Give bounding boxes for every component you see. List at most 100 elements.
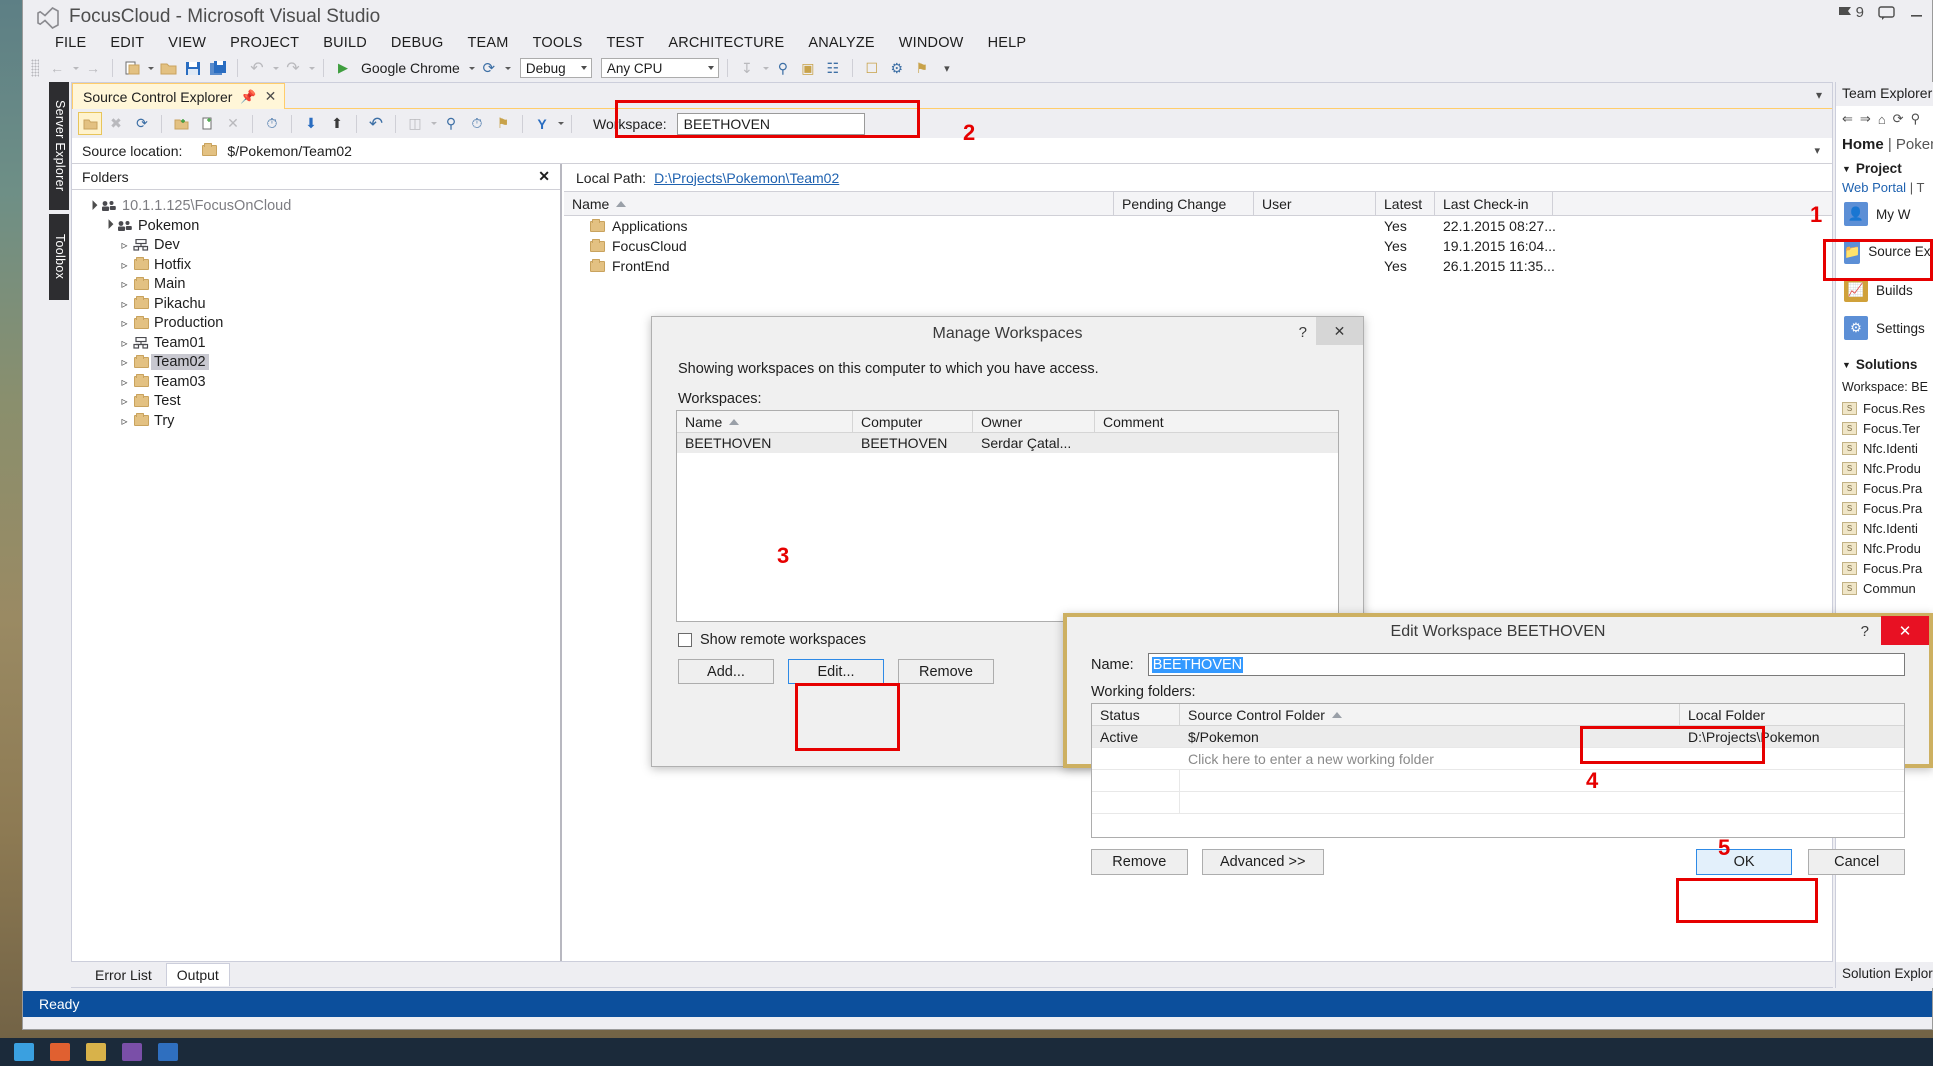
forward-icon[interactable]: ⇒ [1860,111,1871,127]
folders-tree[interactable]: 10.1.1.125\FocusOnCloud Pokemon Dev [72,190,560,430]
column-header-name[interactable]: Name [677,411,853,432]
table-row[interactable]: FocusCloud Yes 19.1.2015 16:04... [564,236,1832,256]
menu-item-edit[interactable]: EDIT [98,32,156,54]
menu-item-window[interactable]: WINDOW [887,32,976,54]
workspaces-grid[interactable]: Name Computer Owner Comment BEETHOVEN BE… [676,410,1339,622]
expander-open-icon[interactable] [102,220,115,231]
expander-closed-icon[interactable] [118,258,131,272]
list-item[interactable]: S Focus.Res [1836,398,1933,418]
home-label[interactable]: Home [1842,136,1884,153]
branch-merge-icon[interactable]: Y [530,112,554,135]
minimize-icon[interactable] [1909,6,1924,19]
column-header-local-folder[interactable]: Local Folder [1680,704,1904,725]
history-icon[interactable]: ⏱ [465,112,489,135]
expander-closed-icon[interactable] [118,238,131,252]
workspace-select[interactable]: BEETHOVEN [676,112,865,135]
tree-item-dev[interactable]: Dev [72,236,560,254]
list-item[interactable]: S Nfc.Produ [1836,458,1933,478]
solution-configuration-select[interactable]: Debug [519,58,592,78]
open-file-icon[interactable] [157,57,179,79]
cancel-button[interactable]: Cancel [1808,849,1905,875]
start-debug-target-label[interactable]: Google Chrome [357,60,464,76]
folder-view-icon[interactable] [78,112,102,135]
team-explorer-nav-settings[interactable]: ⚙ Settings [1836,309,1933,347]
navigate-forward-icon[interactable]: → [82,57,104,79]
chevron-down-icon[interactable] [309,66,315,70]
navigate-back-icon[interactable]: ← [46,57,68,79]
toolbar-overflow-icon[interactable]: ▾ [936,57,958,79]
step-into-icon[interactable]: ↧ [736,57,758,79]
taskbar-app-1-icon[interactable] [50,1043,70,1061]
table-row[interactable]: FrontEnd Yes 26.1.2015 11:35... [564,256,1832,276]
home-icon[interactable]: ⌂ [1878,112,1886,127]
ok-button[interactable]: OK [1695,849,1793,875]
chevron-down-icon[interactable] [273,66,279,70]
chevron-down-icon[interactable] [148,66,154,70]
expander-closed-icon[interactable] [118,316,131,330]
column-header-comment[interactable]: Comment [1095,411,1338,432]
flag-icon[interactable]: 9 [1838,4,1864,21]
find-icon[interactable]: ⚲ [772,57,794,79]
table-row[interactable]: BEETHOVEN BEETHOVEN Serdar Çatal... [677,433,1338,453]
expander-closed-icon[interactable] [118,414,131,428]
search-icon[interactable]: ⚲ [1911,111,1921,127]
list-item[interactable]: S Focus.Ter [1836,418,1933,438]
working-folder-new-placeholder[interactable]: Click here to enter a new working folder [1180,751,1680,767]
tree-item-team01[interactable]: Team01 [72,334,560,352]
expander-closed-icon[interactable] [118,394,131,408]
remove-workspace-button[interactable]: Remove [898,659,994,684]
expander-open-icon[interactable] [86,201,99,212]
team-explorer-nav-my-work[interactable]: 👤 My W [1836,195,1933,233]
expander-closed-icon[interactable] [118,336,131,350]
list-item[interactable]: S Focus.Pra [1836,558,1933,578]
column-header-status[interactable]: Status [1092,704,1180,725]
project-section-header[interactable]: ▼ Project [1836,157,1933,180]
menu-item-test[interactable]: TEST [594,32,656,54]
column-header-owner[interactable]: Owner [973,411,1095,432]
tree-item-try[interactable]: Try [72,412,560,430]
add-folder-icon[interactable] [169,112,193,135]
taskbar-app-4-icon[interactable] [158,1043,178,1061]
refresh-icon[interactable]: ⟳ [130,112,154,135]
label-icon[interactable]: ⚑ [491,112,515,135]
column-header-last-checkin[interactable]: Last Check-in [1435,192,1553,215]
chevron-down-icon[interactable] [558,122,564,125]
close-icon[interactable]: ✕ [265,88,277,105]
toolbar-extra-4-icon[interactable]: ⚙ [886,57,908,79]
source-location-value[interactable]: $/Pokemon/Team02 [227,143,352,159]
column-header-source-control-folder[interactable]: Source Control Folder [1180,704,1680,725]
chevron-down-icon[interactable]: ▾ [1814,144,1820,157]
chevron-down-icon[interactable] [762,66,769,70]
refresh-icon[interactable]: ⟳ [1893,111,1904,127]
table-row-empty[interactable] [1092,792,1904,814]
chevron-down-icon[interactable] [504,66,511,70]
team-explorer-nav-source-control-explorer[interactable]: 📁 Source Explor [1836,233,1933,271]
toolbar-extra-3-icon[interactable]: ☐ [861,57,883,79]
start-debug-play-icon[interactable]: ▶ [332,57,354,79]
menu-item-build[interactable]: BUILD [311,32,379,54]
menu-item-analyze[interactable]: ANALYZE [796,32,886,54]
undo-pending-icon[interactable]: ↶ [364,112,388,135]
new-project-icon[interactable] [121,57,143,79]
toolbar-grip[interactable] [31,59,39,77]
menu-item-view[interactable]: VIEW [156,32,218,54]
remove-working-folder-button[interactable]: Remove [1091,849,1188,875]
menu-item-tools[interactable]: TOOLS [521,32,595,54]
edit-workspace-button[interactable]: Edit... [788,659,884,684]
tab-error-list[interactable]: Error List [85,964,162,986]
working-folders-grid[interactable]: Status Source Control Folder Local Folde… [1091,703,1905,838]
workspace-name-input[interactable]: BEETHOVEN [1147,653,1905,676]
expander-closed-icon[interactable] [118,297,131,311]
pin-icon[interactable]: 📌 [240,89,256,105]
close-icon[interactable]: ✕ [1881,616,1929,645]
table-row[interactable]: Applications Yes 22.1.2015 08:27... [564,216,1832,236]
team-explorer-nav-builds[interactable]: 📈 Builds [1836,271,1933,309]
expander-closed-icon[interactable] [118,277,131,291]
chevron-down-icon[interactable]: ▾ [1816,88,1822,102]
table-row-empty[interactable] [1092,770,1904,792]
comment-icon[interactable] [1878,5,1895,20]
tree-item-focusoncloud[interactable]: 10.1.1.125\FocusOnCloud [72,197,560,215]
sidebar-tab-toolbox[interactable]: Toolbox [49,214,69,300]
close-icon[interactable]: ✕ [538,168,550,185]
tree-item-production[interactable]: Production [72,314,560,332]
